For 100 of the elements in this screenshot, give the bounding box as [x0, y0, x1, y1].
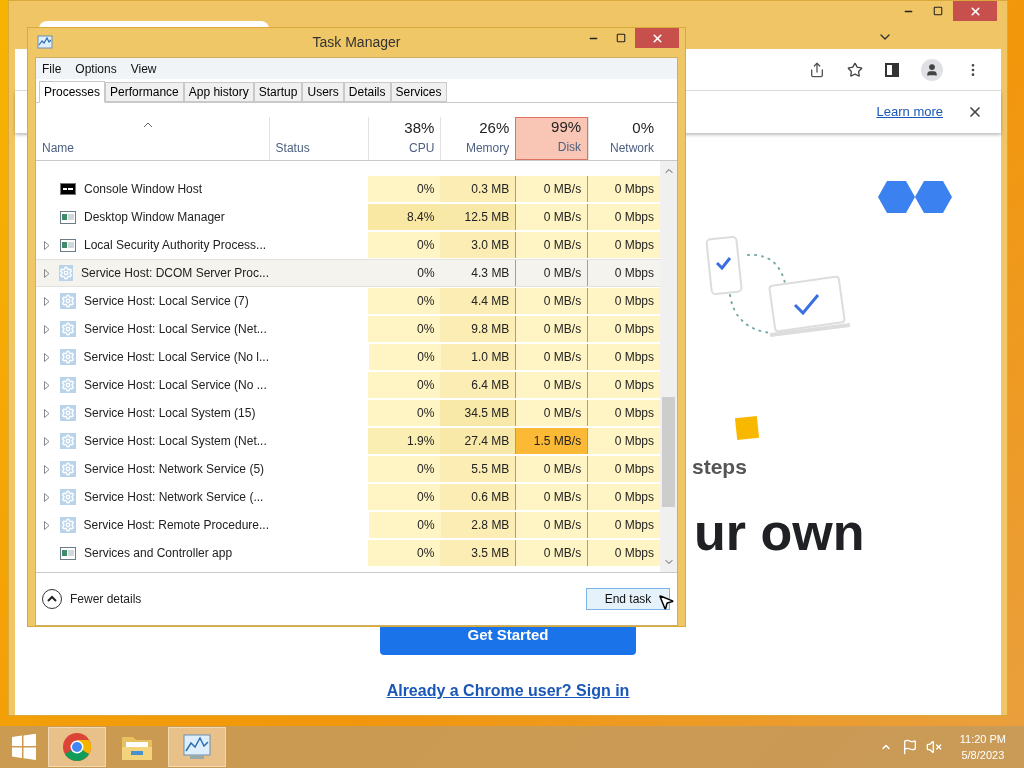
menu-item[interactable]: Options — [75, 59, 117, 78]
table-cell: 0 MB/s — [515, 344, 589, 370]
process-row[interactable]: Services and Controller app 0% 3.5 MB 0 MB/s 0 Mbps — [36, 539, 661, 567]
gear-icon — [58, 265, 73, 281]
expand-arrow-icon[interactable] — [44, 296, 50, 306]
gear-icon — [60, 433, 76, 449]
taskbar-button[interactable] — [48, 727, 106, 767]
gear-icon — [60, 405, 76, 421]
table-cell: 0 MB/s — [515, 456, 589, 482]
expand-arrow-icon[interactable] — [44, 268, 50, 278]
close-button[interactable] — [635, 28, 679, 48]
menu-item[interactable]: File — [42, 59, 62, 78]
tab[interactable]: Performance — [105, 82, 184, 102]
expand-arrow-icon[interactable] — [44, 408, 50, 418]
process-name: Service Host: Network Service (5) — [84, 461, 265, 478]
process-row[interactable]: Local Security Authority Process... 0% 3.0 MB 0 MB/s 0 Mbps — [36, 231, 661, 259]
taskbar-button[interactable] — [168, 727, 226, 767]
tab[interactable]: Details — [343, 82, 391, 102]
expand-arrow-icon[interactable] — [44, 380, 50, 390]
expand-arrow-icon[interactable] — [44, 492, 50, 502]
expand-arrow-icon[interactable] — [44, 240, 50, 250]
close-button[interactable] — [953, 1, 997, 21]
column-header[interactable]: Status — [268, 117, 369, 160]
table-cell: 0 Mbps — [588, 176, 661, 202]
close-icon — [650, 31, 664, 45]
tab[interactable]: App history — [183, 82, 254, 102]
console-icon — [60, 183, 76, 195]
gear-icon — [59, 349, 76, 365]
expand-arrow-icon[interactable] — [44, 464, 50, 474]
scrollbar[interactable] — [660, 161, 677, 572]
process-name: Service Host: Local Service (No l... — [83, 349, 269, 366]
table-cell: 0 Mbps — [588, 316, 661, 342]
column-header[interactable]: 0% Network — [588, 117, 660, 160]
table-cell: 0 MB/s — [515, 176, 589, 202]
speaker-muted-icon[interactable] — [925, 739, 942, 755]
table-cell: 0% — [368, 372, 441, 398]
process-row[interactable]: Service Host: Local Service (7) 0% 4.4 MB 0 MB/s 0 Mbps — [36, 287, 661, 315]
close-icon[interactable] — [967, 104, 983, 120]
process-name: Desktop Window Manager — [84, 209, 225, 226]
table-cell: 0 Mbps — [588, 484, 661, 510]
table-cell: 27.4 MB — [440, 428, 516, 454]
square-icon — [734, 415, 760, 441]
process-name: Service Host: DCOM Server Proc... — [80, 265, 269, 282]
table-cell: 0 MB/s — [515, 400, 589, 426]
sign-in-link[interactable]: Already a Chrome user? Sign in — [386, 679, 630, 703]
process-name: Service Host: Local Service (No ... — [84, 377, 267, 394]
process-row[interactable]: Desktop Window Manager 8.4% 12.5 MB 0 MB/s 0 Mbps — [36, 203, 661, 231]
process-name: Services and Controller app — [84, 545, 233, 562]
process-row[interactable]: Service Host: Local Service (Net... 0% 9.8 MB 0 MB/s 0 Mbps — [36, 315, 661, 343]
tab[interactable]: Startup — [253, 82, 303, 102]
share-icon[interactable] — [809, 61, 825, 78]
process-row[interactable]: Service Host: Local Service (No l... 0% 1.0 MB 0 MB/s 0 Mbps — [36, 343, 661, 371]
table-cell: 0% — [368, 288, 441, 314]
table-cell: 0 MB/s — [515, 512, 589, 538]
process-name: Service Host: Local System (15) — [84, 405, 256, 422]
menu-item[interactable]: View — [130, 59, 157, 78]
expand-arrow-icon[interactable] — [44, 352, 50, 362]
fewer-details-link[interactable]: Fewer details — [70, 590, 142, 608]
table-cell: 0% — [368, 400, 441, 426]
side-panel-icon[interactable] — [885, 62, 899, 77]
process-row[interactable]: Service Host: Local System (15) 0% 34.5 MB 0 MB/s 0 Mbps — [36, 399, 661, 427]
table-cell: 0 Mbps — [588, 456, 661, 482]
table-cell: 0 Mbps — [588, 428, 661, 454]
expand-arrow-icon[interactable] — [44, 324, 50, 334]
scroll-thumb[interactable] — [662, 397, 675, 507]
profile-icon[interactable] — [921, 58, 943, 81]
table-cell: 34.5 MB — [440, 400, 516, 426]
process-row[interactable]: Service Host: Network Service (5) 0% 5.5 MB 0 MB/s 0 Mbps — [36, 455, 661, 483]
table-cell: 0 MB/s — [515, 232, 589, 258]
window-title: Task Manager — [312, 33, 401, 52]
table-cell: 5.5 MB — [440, 456, 516, 482]
process-row[interactable]: Console Window Host 0% 0.3 MB 0 MB/s 0 Mbps — [36, 175, 661, 203]
table-cell: 0 Mbps — [588, 204, 661, 230]
column-header[interactable]: 38% CPU — [368, 117, 441, 160]
process-name: Service Host: Local Service (Net... — [84, 321, 267, 338]
expand-arrow-icon[interactable] — [44, 520, 50, 530]
table-cell: 0% — [368, 512, 441, 538]
column-header[interactable]: Name — [36, 117, 269, 160]
tab[interactable]: Processes — [39, 81, 106, 103]
process-row[interactable]: Service Host: Network Service (... 0% 0.6 MB 0 MB/s 0 Mbps — [36, 483, 661, 511]
table-cell: 0 Mbps — [588, 400, 661, 426]
process-name: Service Host: Remote Procedure... — [83, 517, 269, 534]
bookmark-star-icon[interactable] — [847, 61, 863, 78]
process-row[interactable]: Service Host: Local System (Net... 1.9% 27.4 MB 1.5 MB/s 0 Mbps — [36, 427, 661, 455]
collapse-icon[interactable] — [42, 589, 62, 609]
table-cell: 0 Mbps — [588, 372, 661, 398]
tab[interactable]: Services — [390, 82, 447, 102]
column-header[interactable]: 99% Disk — [515, 117, 589, 160]
process-row[interactable]: Service Host: Local Service (No ... 0% 6.4 MB 0 MB/s 0 Mbps — [36, 371, 661, 399]
flag-icon[interactable] — [901, 739, 918, 755]
table-cell: 0 MB/s — [515, 260, 589, 286]
expand-arrow-icon[interactable] — [44, 436, 50, 446]
table-cell: 0 Mbps — [588, 512, 661, 538]
process-row[interactable]: Service Host: Remote Procedure... 0% 2.8 MB 0 MB/s 0 Mbps — [36, 511, 661, 539]
gear-icon — [60, 461, 76, 477]
tab[interactable]: Users — [302, 82, 344, 102]
windows-start-icon[interactable] — [10, 733, 38, 761]
maximize-icon — [933, 6, 943, 16]
process-row[interactable]: Service Host: DCOM Server Proc... 0% 4.3 MB 0 MB/s 0 Mbps — [36, 259, 661, 287]
learn-more-link[interactable]: Learn more — [876, 102, 943, 122]
